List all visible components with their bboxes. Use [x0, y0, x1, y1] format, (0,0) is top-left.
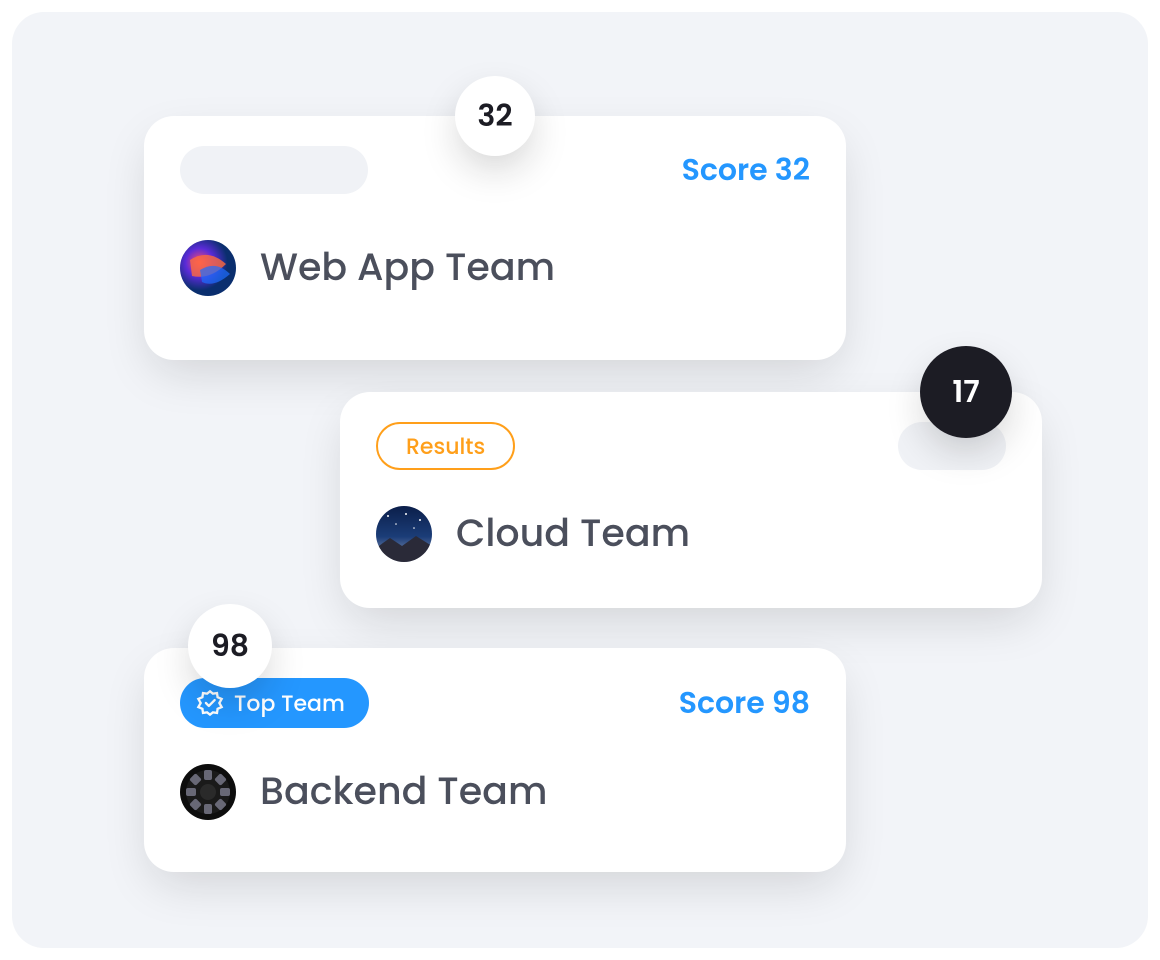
results-pill[interactable]: Results	[376, 422, 515, 470]
team-name: Backend Team	[260, 773, 547, 811]
team-card-webapp[interactable]: 32 Score 32	[144, 116, 846, 360]
score-label: Score 98	[679, 680, 810, 726]
score-badge-value: 17	[952, 369, 979, 415]
results-pill-label: Results	[406, 430, 485, 463]
team-name: Web App Team	[260, 249, 555, 287]
verified-icon	[196, 689, 224, 717]
score-badge-value: 98	[211, 623, 249, 669]
team-name: Cloud Team	[456, 515, 690, 553]
team-avatar	[376, 506, 432, 562]
top-team-pill[interactable]: Top Team	[180, 678, 369, 728]
placeholder-pill	[180, 146, 368, 194]
score-badge: 32	[455, 76, 535, 156]
team-avatar	[180, 240, 236, 296]
score-badge: 98	[188, 604, 272, 688]
team-avatar	[180, 764, 236, 820]
team-card-backend[interactable]: 98 Top Team Score 98	[144, 648, 846, 872]
panel-background: 32 Score 32	[12, 12, 1148, 948]
top-team-pill-label: Top Team	[234, 687, 345, 720]
team-card-cloud[interactable]: 17 Results	[340, 392, 1042, 608]
score-badge-dark: 17	[920, 346, 1012, 438]
score-label: Score 32	[682, 147, 810, 193]
score-badge-value: 32	[477, 93, 512, 139]
